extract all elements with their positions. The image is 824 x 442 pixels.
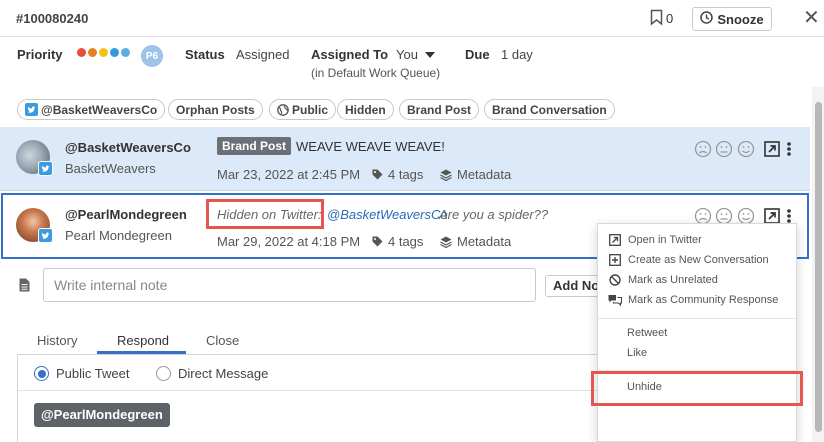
- message-display-name: Pearl Mondegreen: [65, 228, 172, 243]
- priority-dot: [77, 48, 86, 57]
- open-external-icon[interactable]: [764, 141, 780, 160]
- menu-divider: [598, 318, 796, 319]
- message-text: WEAVE WEAVE WEAVE!: [296, 139, 445, 154]
- tag-account[interactable]: @BasketWeaversCo: [17, 99, 166, 120]
- tag-label: Brand Post: [407, 102, 472, 117]
- clock-icon: [700, 11, 714, 27]
- menu-item-community-response[interactable]: Mark as Community Response: [608, 293, 778, 307]
- close-icon[interactable]: ✕: [803, 7, 820, 29]
- message-actions-menu: Open in Twitter Create as New Conversati…: [597, 223, 797, 442]
- message-timestamp[interactable]: Mar 29, 2022 at 4:18 PM: [217, 234, 360, 249]
- unhide-highlight-box: [591, 371, 803, 406]
- message-metadata[interactable]: Metadata: [440, 167, 511, 182]
- globe-icon: [277, 103, 289, 116]
- message-handle[interactable]: @PearlMondegreen: [65, 207, 187, 222]
- note-icon: [19, 278, 30, 295]
- snooze-label: Snooze: [717, 11, 764, 27]
- message-handle[interactable]: @BasketWeaversCo: [65, 140, 191, 155]
- hidden-highlight-box: [206, 199, 324, 229]
- twitter-icon: [38, 161, 53, 176]
- due-value: 1 day: [501, 47, 533, 62]
- tag-label: Brand Conversation: [492, 102, 607, 117]
- caret-down-icon: [424, 47, 435, 62]
- message-metadata[interactable]: Metadata: [440, 234, 511, 249]
- status-value: Assigned: [236, 47, 290, 62]
- metadata-label: Metadata: [457, 234, 512, 249]
- tags-count: 4 tags: [388, 167, 424, 182]
- sentiment-faces-icon[interactable]: [694, 140, 764, 158]
- sentiment-icons[interactable]: [694, 140, 764, 158]
- tag-hidden[interactable]: Hidden: [337, 99, 394, 120]
- menu-item-like[interactable]: Like: [627, 347, 647, 359]
- direct-message-label: Direct Message: [178, 366, 269, 381]
- message-timestamp[interactable]: Mar 23, 2022 at 2:45 PM: [217, 167, 360, 182]
- message-tags[interactable]: 4 tags: [372, 167, 423, 182]
- tag-brand-conversation[interactable]: Brand Conversation: [484, 99, 615, 120]
- public-tweet-label: Public Tweet: [56, 366, 130, 381]
- reply-mention-chip[interactable]: @PearlMondegreen: [34, 403, 170, 427]
- brand-post-badge: Brand Post: [217, 137, 292, 155]
- tag-public[interactable]: Public: [269, 99, 337, 120]
- assigned-label: Assigned To: [311, 47, 389, 62]
- priority-dots[interactable]: [77, 48, 132, 57]
- twitter-icon: [25, 103, 38, 116]
- status-label: Status: [185, 47, 225, 62]
- priority-dot: [110, 48, 119, 57]
- message-tags[interactable]: 4 tags: [372, 234, 423, 249]
- tab-history[interactable]: History: [37, 333, 77, 348]
- bookmark-count: 0: [666, 11, 674, 26]
- tag-icon: [372, 236, 383, 247]
- tags-count: 4 tags: [388, 234, 424, 249]
- assigned-queue: (in Default Work Queue): [311, 66, 441, 80]
- menu-item-label: Mark as Community Response: [628, 294, 779, 306]
- message-mention[interactable]: @BasketWeaversCo: [327, 207, 448, 222]
- tab-close[interactable]: Close: [206, 333, 239, 348]
- tag-label: @BasketWeaversCo: [41, 102, 158, 117]
- plus-square-icon: [608, 253, 622, 267]
- more-vertical-icon[interactable]: [786, 141, 792, 160]
- ticket-id: #100080240: [16, 11, 89, 26]
- assigned-value: You: [396, 47, 418, 62]
- menu-item-retweet[interactable]: Retweet: [627, 327, 667, 339]
- snooze-button[interactable]: Snooze: [692, 7, 772, 31]
- bookmark-icon[interactable]: [650, 9, 663, 29]
- radio-button[interactable]: [156, 366, 171, 381]
- priority-dot: [121, 48, 130, 57]
- ban-icon: [608, 273, 622, 287]
- message-display-name: BasketWeavers: [65, 161, 156, 176]
- tab-respond[interactable]: Respond: [117, 333, 169, 348]
- message-text: Are you a spider??: [439, 207, 549, 222]
- priority-dot: [88, 48, 97, 57]
- radio-button-selected[interactable]: [34, 366, 49, 381]
- twitter-icon: [38, 228, 53, 243]
- metadata-label: Metadata: [457, 167, 512, 182]
- tag-icon: [372, 169, 383, 180]
- tag-brand-post[interactable]: Brand Post: [399, 99, 480, 120]
- chat-bubbles-icon: [608, 293, 622, 307]
- menu-item-open-in-twitter[interactable]: Open in Twitter: [608, 233, 702, 247]
- layers-icon: [440, 236, 452, 248]
- priority-dot: [99, 48, 108, 57]
- tag-label: Public: [292, 102, 329, 117]
- public-tweet-option[interactable]: Public Tweet: [34, 366, 129, 381]
- assigned-dropdown[interactable]: You: [396, 47, 435, 62]
- menu-item-create-conversation[interactable]: Create as New Conversation: [608, 253, 769, 267]
- priority-label: Priority: [17, 47, 63, 62]
- due-label: Due: [465, 47, 490, 62]
- menu-item-label: Mark as Unrelated: [628, 274, 718, 286]
- internal-note-input[interactable]: Write internal note: [43, 268, 536, 302]
- menu-item-label: Create as New Conversation: [628, 254, 769, 266]
- tag-orphan-posts[interactable]: Orphan Posts: [168, 99, 263, 120]
- priority-badge: P6: [141, 45, 163, 67]
- open-external-icon: [608, 233, 622, 247]
- layers-icon: [440, 169, 452, 181]
- scrollbar-thumb[interactable]: [815, 102, 822, 432]
- menu-item-mark-unrelated[interactable]: Mark as Unrelated: [608, 273, 718, 287]
- tag-label: Orphan Posts: [176, 102, 255, 117]
- menu-item-label: Open in Twitter: [628, 234, 702, 246]
- tag-label: Hidden: [345, 102, 386, 117]
- direct-message-option[interactable]: Direct Message: [156, 366, 268, 381]
